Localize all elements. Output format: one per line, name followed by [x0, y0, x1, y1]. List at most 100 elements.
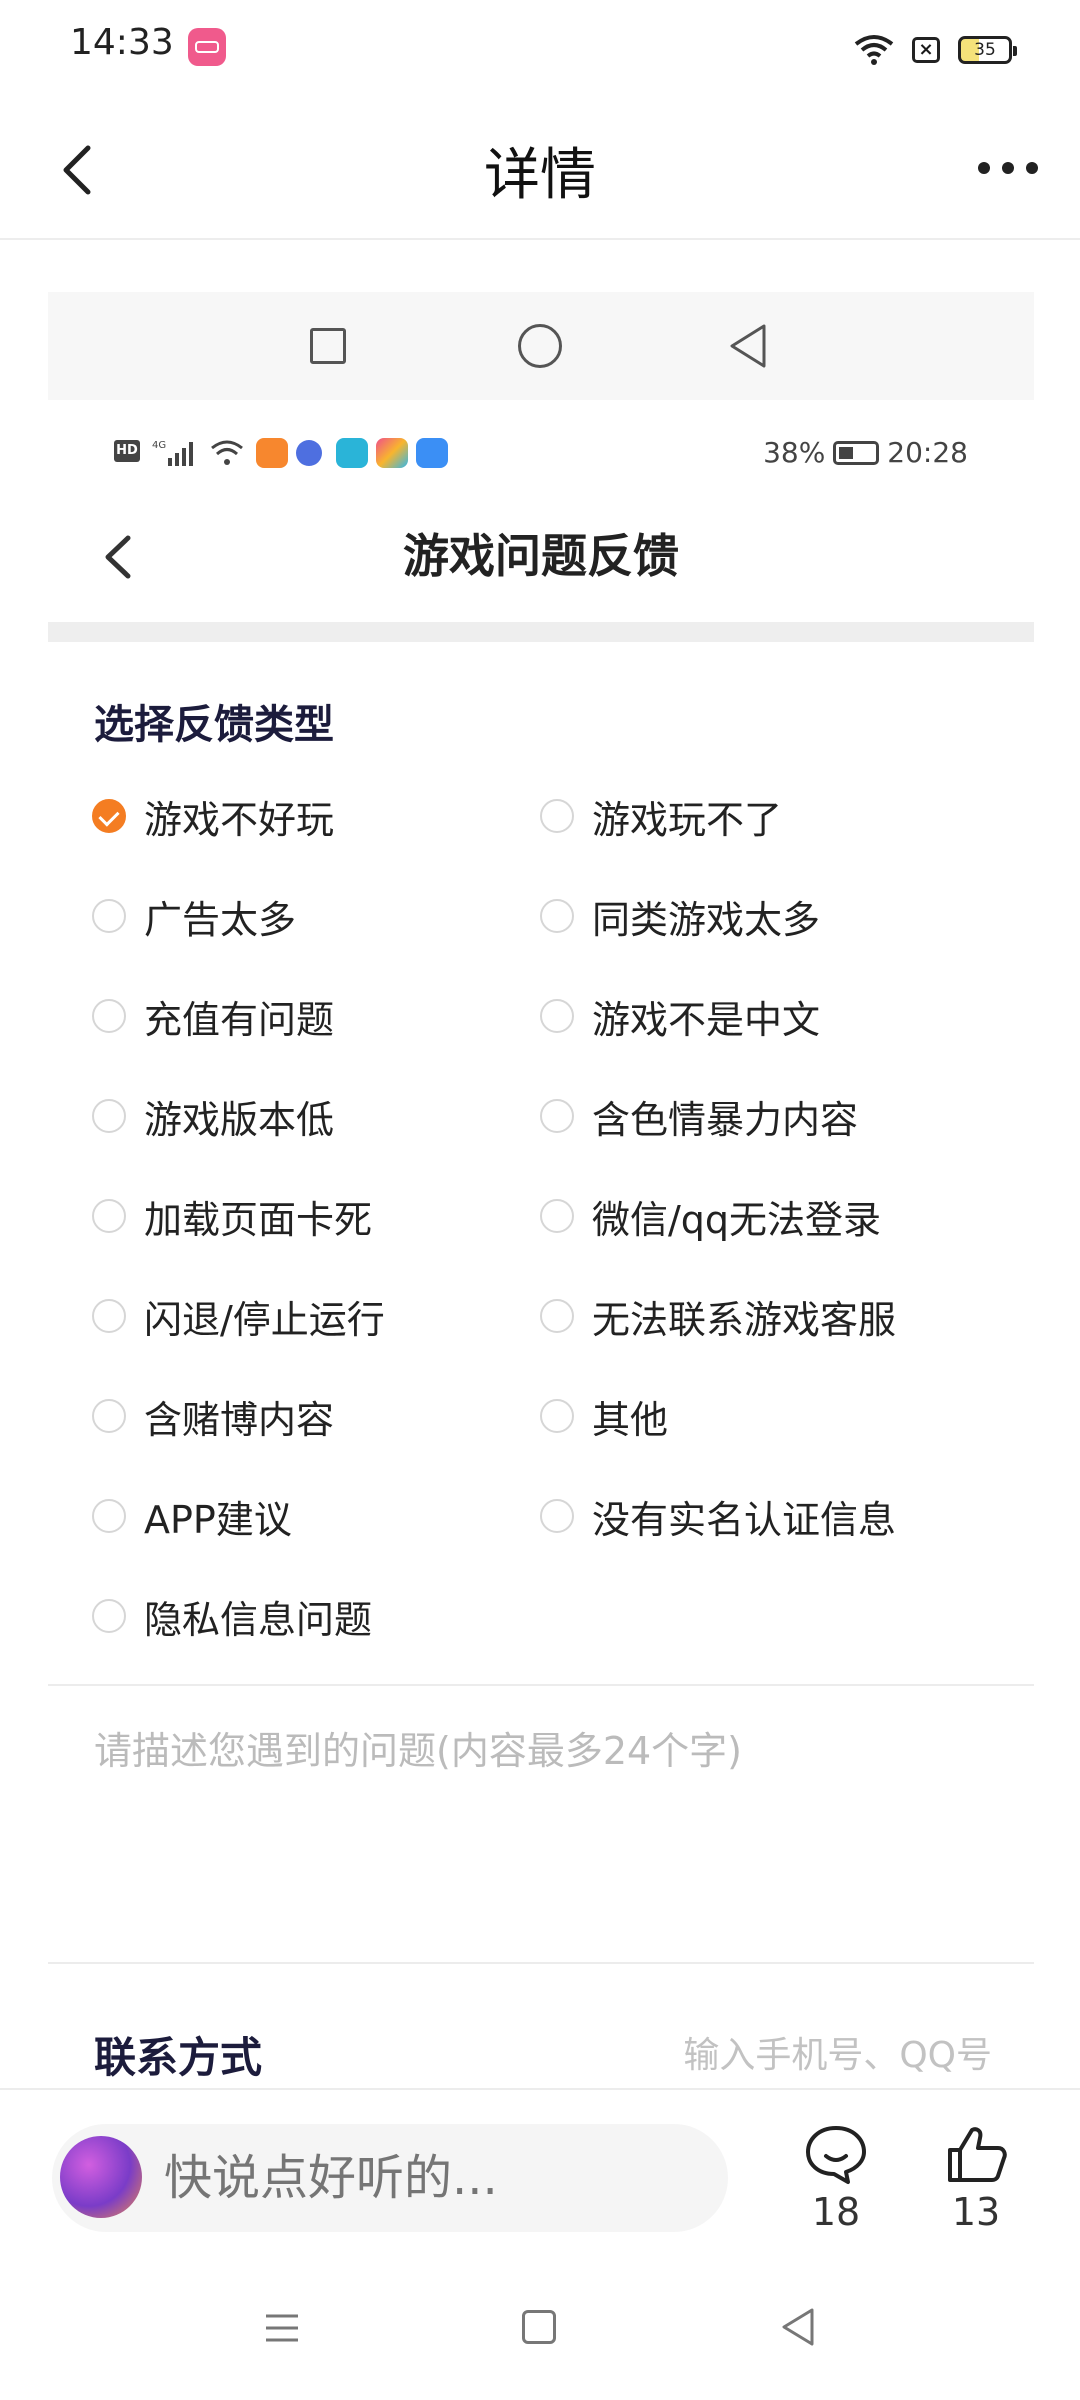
screenshot-nav-bar	[48, 292, 1034, 400]
option-label: 游戏不是中文	[592, 997, 821, 1042]
battery-icon	[833, 440, 880, 465]
option-label: 同类游戏太多	[592, 897, 821, 942]
option-item: 含赌博内容	[92, 1386, 334, 1446]
status-time: 14:33	[70, 22, 174, 63]
section-title: 选择反馈类型	[94, 702, 334, 748]
book-app-icon	[336, 438, 368, 468]
divider	[48, 1684, 1034, 1686]
option-label: 广告太多	[144, 897, 297, 942]
option-label: 含赌博内容	[144, 1397, 335, 1442]
option-item: 同类游戏太多	[540, 886, 820, 946]
radio-icon	[92, 1599, 126, 1633]
app-header: 详情	[0, 100, 1080, 240]
circle-icon	[518, 324, 562, 368]
option-label: 充值有问题	[144, 997, 335, 1042]
option-item: 无法联系游戏客服	[540, 1286, 896, 1346]
option-label: 含色情暴力内容	[592, 1097, 859, 1142]
option-item: 隐私信息问题	[92, 1586, 372, 1646]
store-app-icon	[376, 438, 408, 468]
radio-icon	[92, 1199, 126, 1233]
option-label: 游戏玩不了	[592, 797, 783, 842]
comment-button[interactable]: 18	[796, 2122, 876, 2234]
comment-bar: 18 13	[0, 2088, 1080, 2260]
back-nav-button[interactable]	[778, 2306, 818, 2348]
like-count: 13	[951, 2190, 1001, 2234]
option-label: 无法联系游戏客服	[592, 1297, 897, 1342]
radio-icon	[540, 899, 574, 933]
more-options-button[interactable]	[968, 148, 1048, 188]
feedback-screenshot: HD 4G 38% 20:28 游戏问题反馈 选择反馈类型 游戏不好玩 游戏玩不…	[48, 292, 1034, 2092]
option-label: APP建议	[144, 1497, 292, 1542]
comment-box[interactable]	[52, 2124, 728, 2232]
radio-icon	[540, 799, 574, 833]
radio-icon	[92, 1499, 126, 1533]
video-app-icon	[256, 438, 288, 468]
screenshot-title: 游戏问题反馈	[403, 529, 679, 583]
option-item: 加载页面卡死	[92, 1186, 372, 1246]
radio-icon	[92, 999, 126, 1033]
no-sim-icon: ×	[912, 37, 940, 63]
cloud-app-icon	[416, 438, 448, 468]
option-item: APP建议	[92, 1486, 292, 1546]
system-nav-bar	[0, 2270, 1080, 2400]
wifi-icon	[211, 440, 243, 465]
radio-icon	[540, 1199, 574, 1233]
option-item: 游戏版本低	[92, 1086, 334, 1146]
avatar[interactable]	[60, 2136, 142, 2218]
option-item: 没有实名认证信息	[540, 1486, 896, 1546]
description-placeholder: 请描述您遇到的问题(内容最多24个字)	[94, 1729, 743, 1773]
home-button[interactable]	[522, 2310, 556, 2344]
radio-icon	[92, 899, 126, 933]
radio-icon	[540, 1299, 574, 1333]
option-label: 游戏不好玩	[144, 797, 335, 842]
thumbs-up-icon	[948, 2127, 1007, 2182]
bilibili-app-icon	[188, 28, 226, 66]
triangle-back-icon	[730, 324, 766, 368]
comment-icon	[806, 2126, 866, 2184]
radio-icon	[92, 1399, 126, 1433]
screenshot-status-right: 38% 20:28	[763, 436, 968, 469]
screenshot-header: 游戏问题反馈	[48, 492, 1034, 612]
status-icons: × 35	[854, 30, 1017, 70]
battery-percent: 38%	[763, 436, 826, 469]
option-label: 其他	[592, 1397, 669, 1442]
hd-icon: HD	[114, 440, 140, 462]
page-title: 详情	[484, 143, 596, 208]
signal-icon: 4G	[152, 440, 193, 466]
comment-count: 18	[811, 2190, 861, 2234]
music-app-icon	[296, 440, 322, 466]
option-item: 充值有问题	[92, 986, 334, 1046]
wifi-icon	[854, 35, 894, 65]
divider-strip	[48, 622, 1034, 642]
option-label: 没有实名认证信息	[592, 1497, 897, 1542]
radio-icon	[540, 1099, 574, 1133]
option-item: 广告太多	[92, 886, 296, 946]
option-item: 其他	[540, 1386, 668, 1446]
option-label: 游戏版本低	[144, 1097, 335, 1142]
option-label: 隐私信息问题	[144, 1597, 373, 1642]
option-item: 微信/qq无法登录	[540, 1186, 881, 1246]
square-icon	[310, 328, 346, 364]
svg-text:4G: 4G	[152, 440, 166, 451]
option-item: 闪退/停止运行	[92, 1286, 385, 1346]
battery-icon: 35	[958, 36, 1017, 64]
contact-placeholder: 输入手机号、QQ号	[683, 2035, 992, 2076]
option-label: 微信/qq无法登录	[592, 1197, 882, 1242]
radio-icon	[540, 999, 574, 1033]
status-bar: 14:33 × 35	[0, 0, 1080, 100]
menu-button[interactable]	[262, 2308, 302, 2348]
option-label: 加载页面卡死	[144, 1197, 373, 1242]
option-item: 游戏不好玩	[92, 786, 334, 846]
screenshot-status-bar: HD 4G 38% 20:28	[48, 432, 1034, 472]
contact-label: 联系方式	[94, 2033, 263, 2082]
radio-icon	[540, 1499, 574, 1533]
radio-icon	[92, 1299, 126, 1333]
like-button[interactable]: 13	[936, 2122, 1016, 2234]
option-item: 游戏不是中文	[540, 986, 820, 1046]
option-label: 闪退/停止运行	[144, 1297, 385, 1342]
radio-checked-icon	[92, 799, 126, 833]
option-item: 游戏玩不了	[540, 786, 782, 846]
screenshot-time: 20:28	[887, 436, 968, 469]
divider	[48, 1962, 1034, 1964]
comment-input[interactable]	[164, 2150, 704, 2206]
